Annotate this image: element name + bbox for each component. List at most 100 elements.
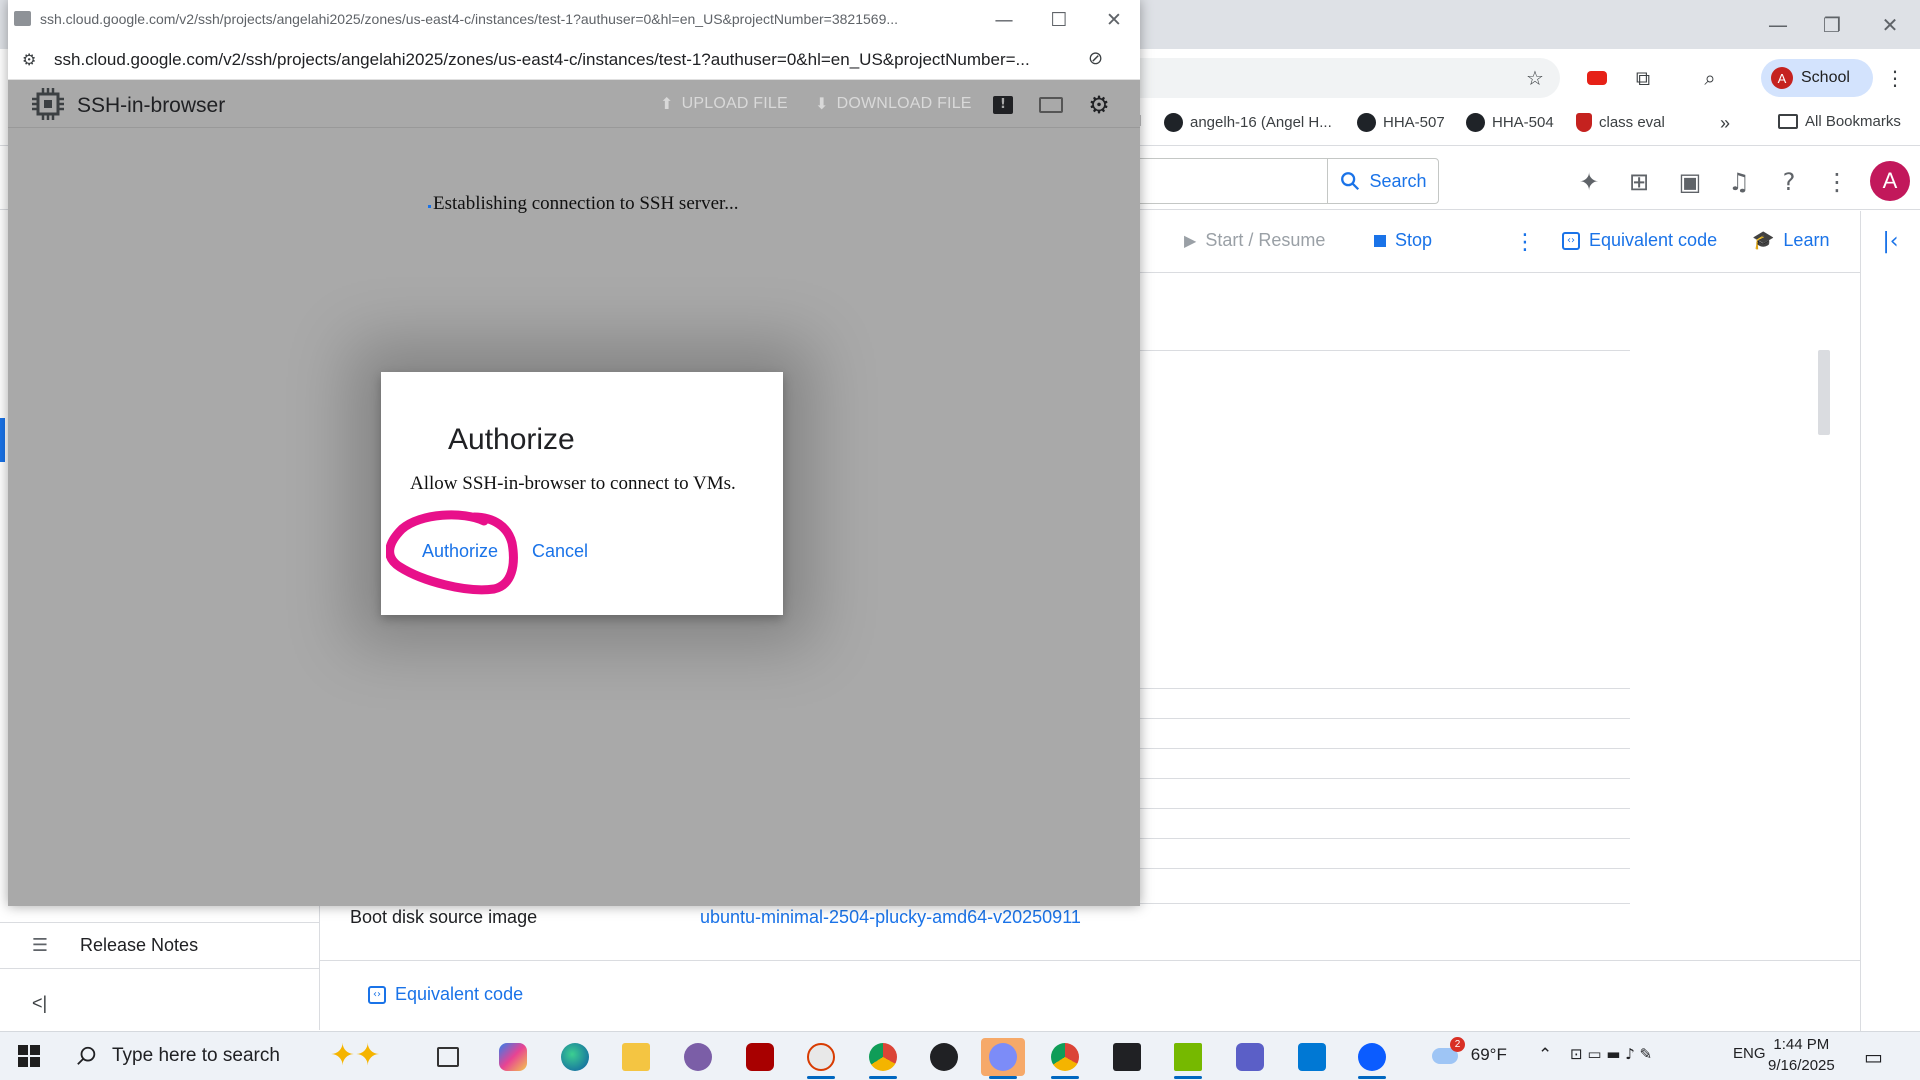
search-label: Search — [1369, 170, 1427, 191]
release-notes-icon: ☰ — [31, 934, 49, 956]
teams-icon[interactable] — [1228, 1038, 1272, 1076]
site-info-icon[interactable]: ⚙ — [22, 50, 36, 69]
app-red-icon[interactable] — [738, 1038, 782, 1076]
zoom-icon[interactable] — [1350, 1038, 1394, 1079]
all-bookmarks[interactable]: All Bookmarks — [1778, 113, 1901, 130]
cursor-dot — [428, 205, 431, 208]
popup-url[interactable]: ssh.cloud.google.com/v2/ssh/projects/ang… — [54, 50, 1030, 70]
youtube-extension-icon[interactable] — [1582, 63, 1612, 93]
collapse-panel-icon[interactable]: |‹ — [1860, 211, 1920, 1031]
scrollbar[interactable] — [1818, 350, 1830, 435]
help-icon[interactable]: ? — [1772, 165, 1806, 199]
edge-icon[interactable] — [553, 1038, 597, 1076]
feedback-icon[interactable]: ! — [989, 92, 1017, 118]
play-icon: ▶ — [1184, 231, 1197, 250]
download-file-button[interactable]: ⬇ DOWNLOAD FILE — [815, 94, 972, 113]
collapse-nav-button[interactable]: <| — [0, 990, 320, 1016]
discord-icon[interactable] — [981, 1038, 1025, 1079]
sticky-notes-icon[interactable] — [1105, 1038, 1149, 1076]
search-icon — [1341, 172, 1360, 191]
notification-center-icon[interactable]: ▭ — [1864, 1045, 1883, 1069]
bookmark-hha507[interactable]: HHA-507 — [1357, 113, 1445, 132]
upload-icon: ⬆ — [660, 94, 674, 113]
boot-disk-image-link[interactable]: ubuntu-minimal-2504-plucky-amd64-v202509… — [700, 907, 1081, 928]
gift-icon[interactable]: ⊞ — [1622, 165, 1656, 199]
search-icon — [77, 1046, 96, 1065]
maximize-icon[interactable]: ☐ — [1043, 8, 1075, 32]
upload-file-button[interactable]: ⬆ UPLOAD FILE — [660, 94, 788, 113]
bookmarks-overflow[interactable]: » — [1720, 113, 1730, 134]
boot-disk-label: Boot disk source image — [350, 907, 538, 927]
cloud-shell-icon[interactable]: ▣ — [1673, 165, 1707, 199]
dialog-message: Allow SSH-in-browser to connect to VMs. — [410, 473, 736, 494]
app-purple-icon[interactable] — [676, 1038, 720, 1076]
settings-gear-icon[interactable]: ⚙ — [1085, 91, 1113, 119]
star-icon[interactable]: ☆ — [1520, 63, 1550, 93]
restore-icon[interactable]: ❐ — [1812, 10, 1852, 40]
divider — [0, 922, 320, 923]
cancel-button[interactable]: Cancel — [532, 541, 588, 562]
learn-button[interactable]: 🎓 Learn — [1752, 230, 1829, 251]
clock-time: 1:44 PM — [1773, 1036, 1830, 1053]
minimize-icon[interactable]: — — [1758, 10, 1798, 40]
close-icon[interactable]: ✕ — [1870, 10, 1910, 40]
more-actions-icon[interactable]: ⋮ — [1514, 230, 1536, 255]
github-icon — [1357, 113, 1376, 132]
language-indicator[interactable]: ENG — [1733, 1045, 1766, 1062]
file-explorer-icon[interactable] — [614, 1038, 658, 1076]
github-icon — [1466, 113, 1485, 132]
notifications-icon[interactable]: ♫ — [1722, 165, 1756, 199]
nav-item-release-notes[interactable]: ☰ Release Notes — [0, 930, 320, 960]
taskbar-clock[interactable]: 1:44 PM 9/16/2025 — [1768, 1034, 1835, 1076]
connection-status: Establishing connection to SSH server... — [428, 193, 739, 215]
dialog-title: Authorize — [448, 423, 575, 456]
chrome-menu-icon[interactable]: ⋮ — [1880, 63, 1910, 93]
snipping-tool-icon[interactable] — [799, 1038, 843, 1079]
code-icon: ‹› — [1562, 231, 1580, 250]
keyboard-icon[interactable] — [1037, 92, 1065, 118]
code-icon: ‹› — [368, 985, 386, 1004]
close-icon[interactable]: ✕ — [1098, 8, 1130, 32]
windows-start-icon[interactable] — [18, 1045, 40, 1067]
ssh-app-title: SSH-in-browser — [77, 94, 226, 117]
stop-icon — [1374, 234, 1386, 247]
ssh-popup-window: ssh.cloud.google.com/v2/ssh/projects/ang… — [8, 0, 1140, 906]
weather-widget[interactable]: 2 69°F — [1432, 1037, 1507, 1065]
authorize-button[interactable]: Authorize — [422, 541, 498, 562]
account-avatar[interactable]: A — [1870, 161, 1910, 201]
equivalent-code-button[interactable]: ‹› Equivalent code — [1562, 230, 1717, 251]
clock-date: 9/16/2025 — [1768, 1057, 1835, 1074]
stop-button[interactable]: Stop — [1374, 230, 1432, 251]
equivalent-code-bottom-link[interactable]: ‹› Equivalent code — [368, 984, 523, 1005]
copilot-icon[interactable] — [491, 1038, 535, 1076]
profile-chip[interactable]: A School — [1761, 59, 1873, 97]
search-sparkle-icon: ✦✦ — [330, 1038, 381, 1073]
bookmark-class-eval[interactable]: class eval — [1576, 113, 1665, 132]
minimize-icon[interactable]: — — [988, 8, 1020, 32]
chip-icon — [32, 88, 64, 120]
bookmark-hha504[interactable]: HHA-504 — [1466, 113, 1554, 132]
profile-avatar: A — [1771, 67, 1793, 89]
divider — [320, 960, 1860, 961]
chrome-icon[interactable] — [1043, 1038, 1087, 1079]
tray-system-icons[interactable]: ⊡ ▭ ▬ ♪ ✎ — [1570, 1045, 1652, 1063]
console-search-button[interactable]: Search — [1327, 158, 1439, 204]
bookmark-angelh[interactable]: angelh-16 (Angel H... — [1164, 113, 1332, 132]
folder-icon — [1778, 114, 1798, 129]
task-view-icon[interactable] — [426, 1038, 470, 1076]
download-icon: ⬇ — [815, 94, 829, 113]
nvidia-icon[interactable] — [1166, 1038, 1210, 1079]
extensions-icon[interactable]: ⧉ — [1628, 63, 1658, 93]
more-options-icon[interactable]: ⋮ — [1820, 165, 1854, 199]
screen-share-off-icon[interactable]: ⊘ — [1088, 48, 1103, 69]
app-g-icon[interactable] — [922, 1038, 966, 1076]
terminal-icon — [14, 11, 31, 26]
gemini-sparkle-icon[interactable]: ✦ — [1572, 165, 1606, 199]
vscode-icon[interactable] — [1290, 1038, 1334, 1076]
graduation-cap-icon: 🎓 — [1752, 230, 1775, 251]
weather-badge: 2 — [1450, 1037, 1465, 1052]
tab-search-icon[interactable]: ⌕ — [1695, 63, 1725, 93]
chrome-profile-icon[interactable] — [861, 1038, 905, 1079]
show-hidden-icons[interactable]: ⌃ — [1538, 1045, 1552, 1065]
start-resume-button[interactable]: ▶ Start / Resume — [1184, 230, 1325, 251]
